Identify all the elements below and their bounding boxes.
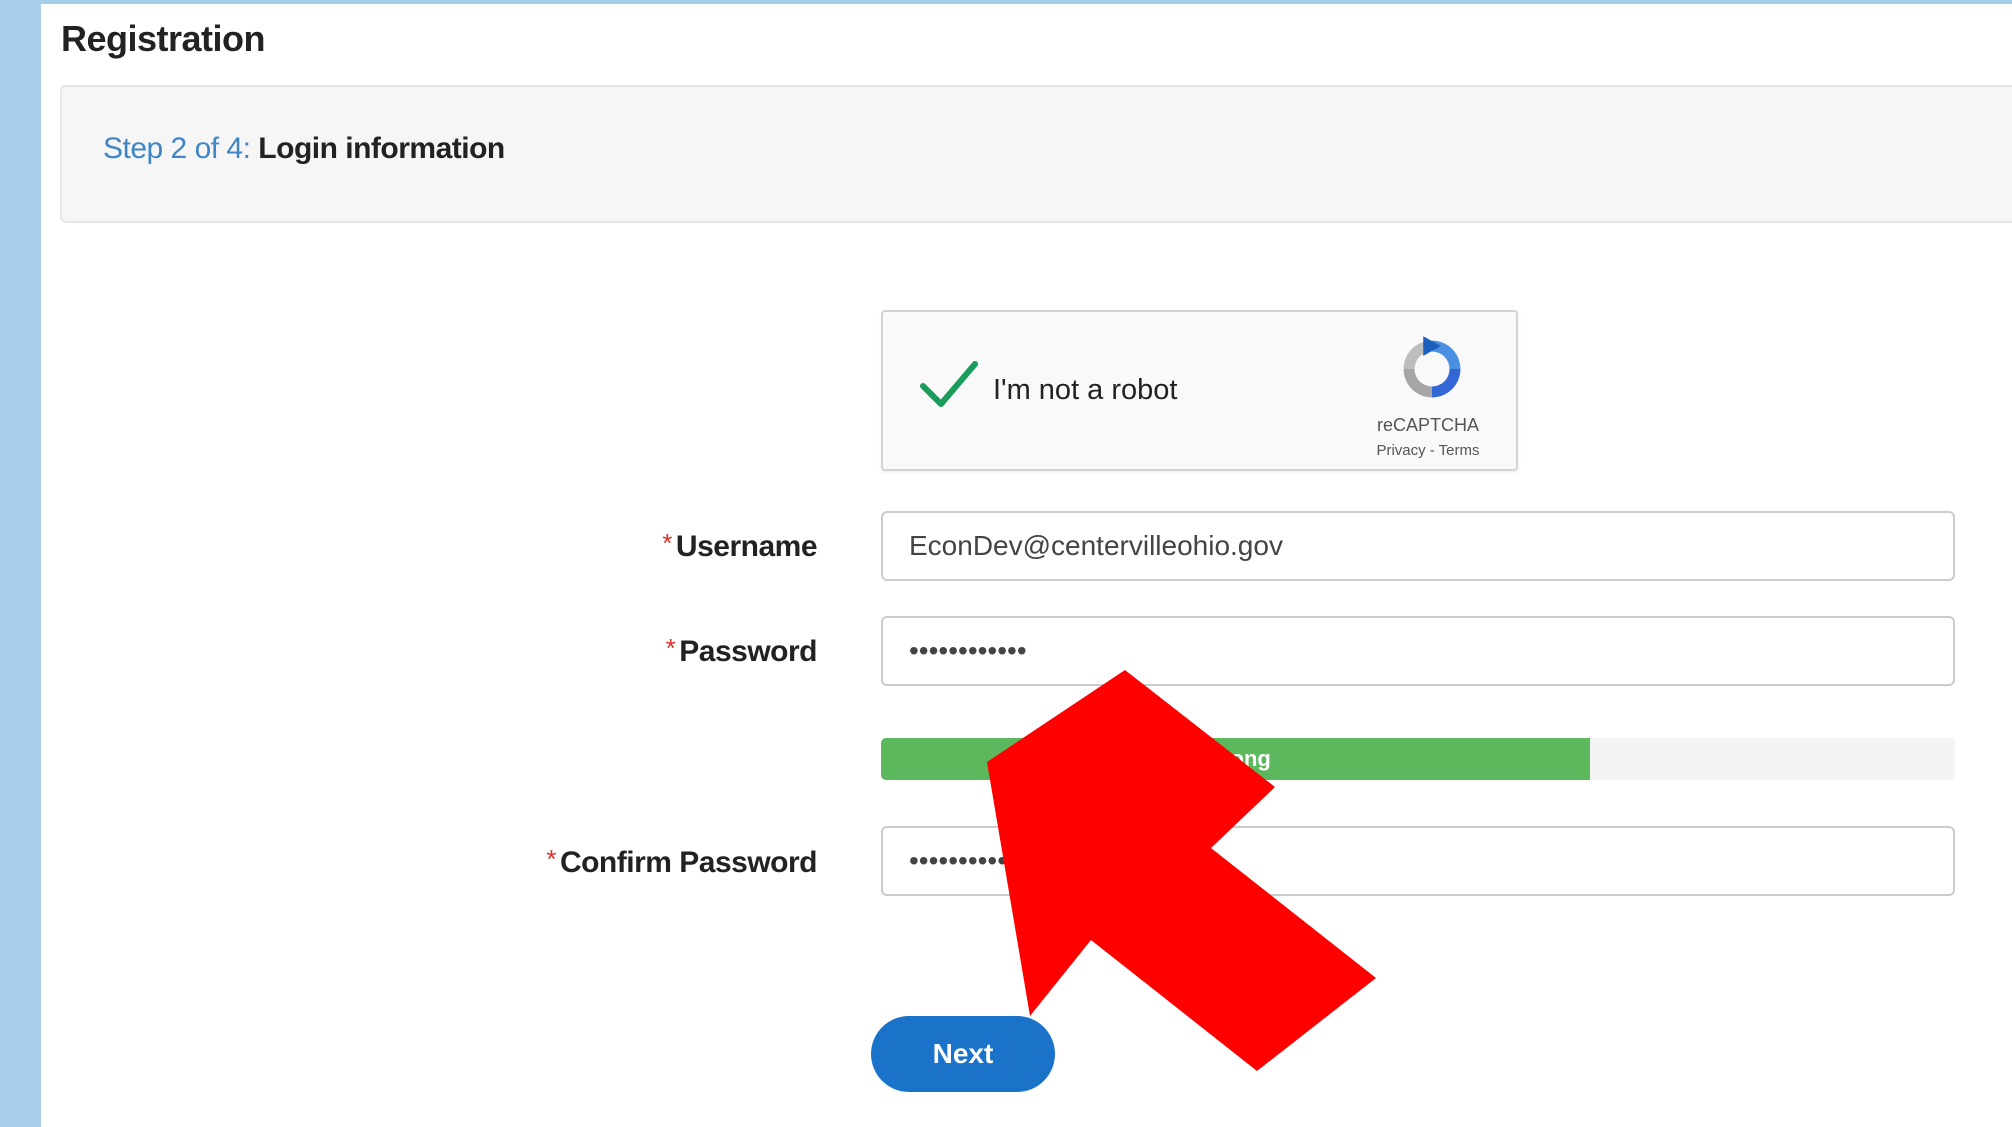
username-label-text: Username — [675, 530, 818, 563]
password-label: * Password — [665, 633, 818, 669]
confirm-password-input[interactable] — [881, 826, 1955, 896]
recaptcha-label: I'm not a robot — [993, 374, 1178, 406]
recaptcha-links[interactable]: Privacy - Terms — [1348, 442, 1508, 459]
password-input[interactable] — [881, 616, 1955, 686]
required-marker: * — [546, 844, 556, 874]
required-marker: * — [665, 633, 676, 663]
password-strength-meter: Strong — [881, 738, 1955, 780]
password-strength-fill: Strong — [881, 738, 1590, 780]
required-marker: * — [662, 528, 672, 558]
recaptcha-logo-icon — [1403, 336, 1461, 398]
step-name: Login information — [258, 132, 505, 165]
checkmark-icon[interactable] — [917, 356, 981, 412]
step-number: Step 2 of 4: — [103, 132, 251, 165]
password-strength-label: Strong — [1199, 746, 1271, 771]
username-label: * Username — [662, 528, 817, 564]
registration-page: Registration Step 2 of 4: Login informat… — [41, 4, 2012, 1127]
confirm-password-label-text: Confirm Password — [559, 846, 818, 879]
step-panel: Step 2 of 4: Login information — [60, 85, 2012, 223]
page-title: Registration — [61, 18, 266, 59]
recaptcha-brand: reCAPTCHA — [1376, 415, 1479, 435]
next-button[interactable]: Next — [871, 1016, 1055, 1092]
password-label-text: Password — [679, 635, 817, 668]
recaptcha-widget[interactable]: I'm not a robot reCAPTCHA Privacy - Term… — [881, 310, 1518, 471]
username-input[interactable] — [881, 511, 1955, 581]
confirm-password-label: * Confirm Password — [546, 844, 817, 880]
step-indicator: Step 2 of 4: Login information — [103, 132, 505, 166]
